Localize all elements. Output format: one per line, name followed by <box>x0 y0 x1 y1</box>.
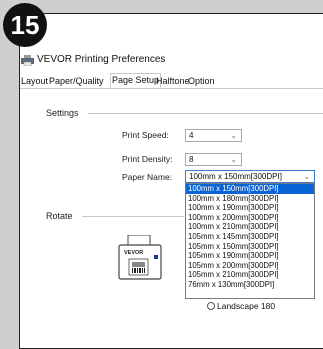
tab-bar: Layout Paper/Quality Page Setup Halftone… <box>20 73 323 89</box>
label-printer-illustration: VEVOR <box>118 235 162 280</box>
paper-option[interactable]: 100mm x 180mm[300DPI] <box>186 194 314 204</box>
print-density-select[interactable]: 8 ⌄ <box>185 153 242 166</box>
print-density-value: 8 <box>189 155 194 164</box>
printer-icon <box>21 55 34 66</box>
print-speed-value: 4 <box>189 131 194 140</box>
window-title: VEVOR Printing Preferences <box>37 54 166 65</box>
print-density-label: Print Density: <box>122 154 173 164</box>
paper-option[interactable]: 100mm x 190mm[300DPI] <box>186 203 314 213</box>
paper-option[interactable]: 105mm x 150mm[300DPI] <box>186 242 314 252</box>
print-speed-select[interactable]: 4 ⌄ <box>185 129 242 142</box>
paper-name-label: Paper Name: <box>122 172 173 182</box>
paper-name-value: 100mm x 150mm[300DPI] <box>189 172 282 181</box>
step-number: 15 <box>10 10 40 40</box>
settings-divider <box>88 113 323 114</box>
paper-option[interactable]: 105mm x 200mm[300DPI] <box>186 261 314 271</box>
chevron-down-icon: ⌄ <box>230 155 237 164</box>
tab-page-setup[interactable]: Page Setup <box>110 73 162 88</box>
title-bar: VEVOR Printing Preferences <box>20 14 323 71</box>
chevron-down-icon: ⌄ <box>230 131 237 140</box>
paper-option[interactable]: 105mm x 190mm[300DPI] <box>186 251 314 261</box>
chevron-down-icon: ⌄ <box>303 172 310 181</box>
tab-layout[interactable]: Layout <box>20 75 49 88</box>
paper-name-dropdown-list[interactable]: 100mm x 150mm[300DPI] 100mm x 180mm[300D… <box>185 183 315 299</box>
paper-name-select[interactable]: 100mm x 150mm[300DPI] ⌄ <box>185 170 315 183</box>
paper-option[interactable]: 100mm x 150mm[300DPI] <box>186 184 314 194</box>
tab-option[interactable]: Option <box>187 75 216 88</box>
print-speed-label: Print Speed: <box>122 130 169 140</box>
printing-preferences-window: VEVOR Printing Preferences Layout Paper/… <box>19 13 323 349</box>
tab-halftone[interactable]: Halftone <box>155 75 191 88</box>
rotate-divider <box>82 216 184 217</box>
landscape-180-label[interactable]: Landscape 180 <box>217 301 275 311</box>
settings-section-label: Settings <box>46 108 79 118</box>
step-number-badge: 15 <box>3 3 47 47</box>
landscape-180-radio[interactable] <box>207 302 215 310</box>
paper-option[interactable]: 105mm x 145mm[300DPI] <box>186 232 314 242</box>
paper-option[interactable]: 100mm x 210mm[300DPI] <box>186 222 314 232</box>
paper-option[interactable]: 76mm x 130mm[300DPI] <box>186 280 314 290</box>
printer-brand-text: VEVOR <box>124 250 143 256</box>
paper-option[interactable]: 100mm x 200mm[300DPI] <box>186 213 314 223</box>
rotate-section-label: Rotate <box>46 211 73 221</box>
tab-paper-quality[interactable]: Paper/Quality <box>48 75 105 88</box>
paper-option[interactable]: 105mm x 210mm[300DPI] <box>186 270 314 280</box>
